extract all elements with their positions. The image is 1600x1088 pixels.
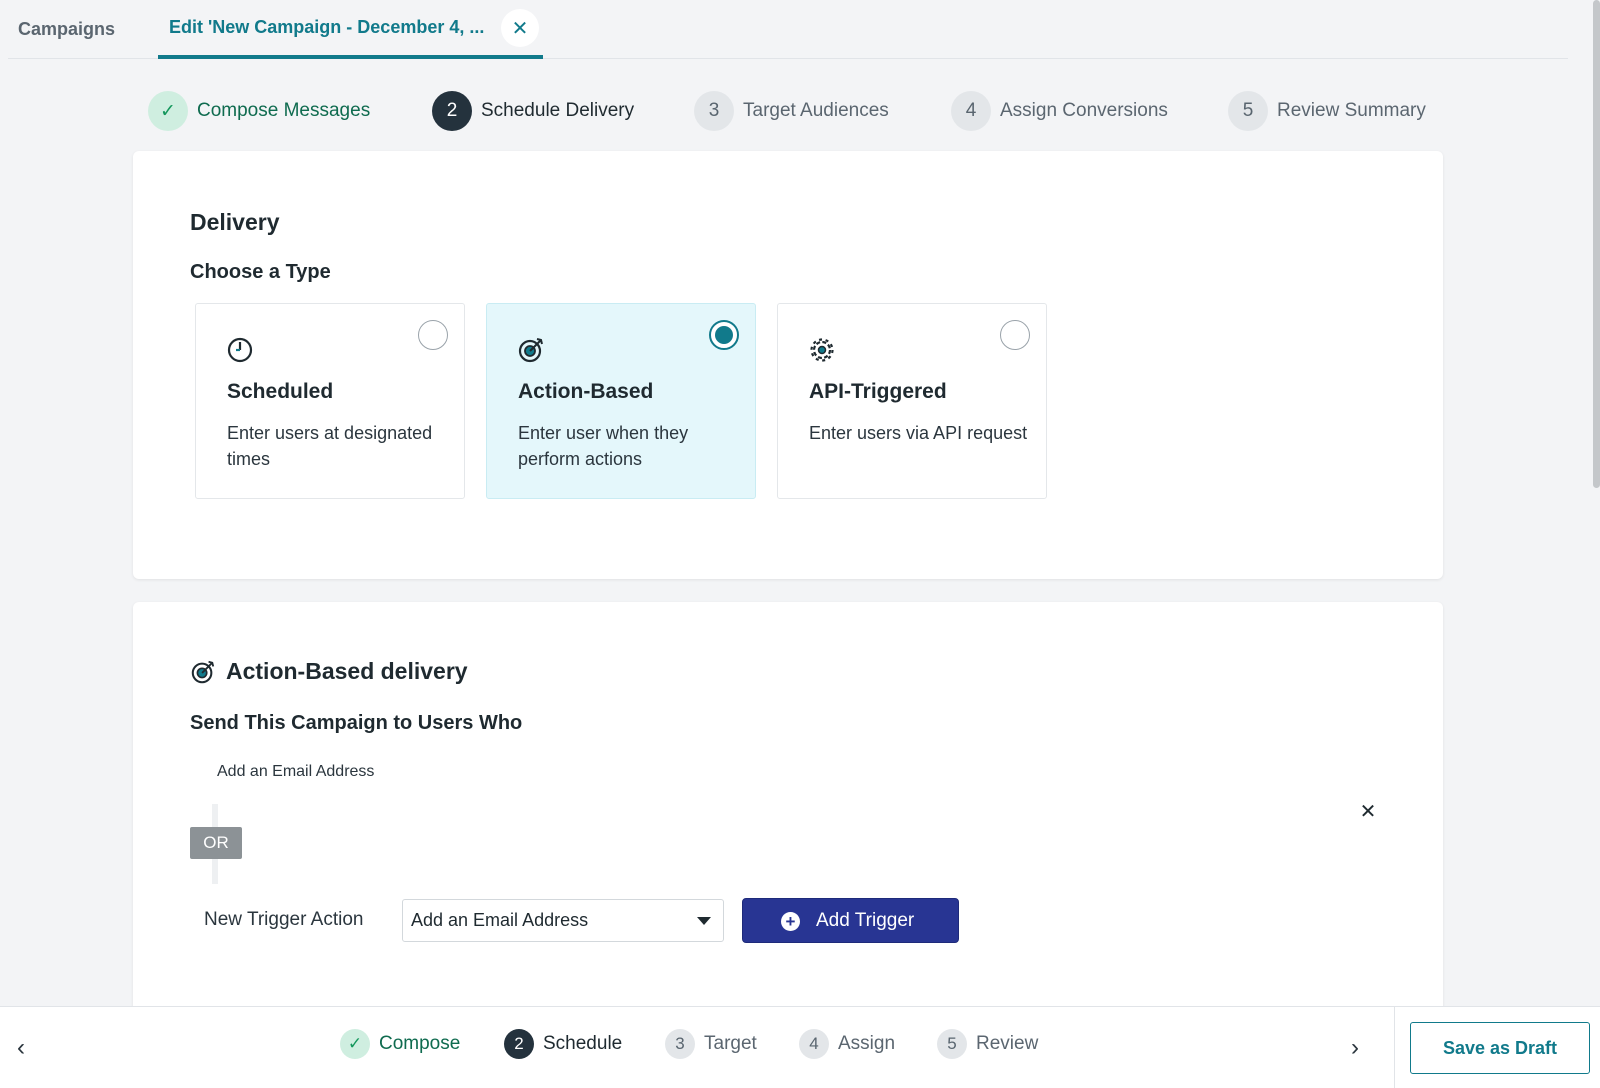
step-label: Assign xyxy=(838,1033,896,1054)
step-number: 5 xyxy=(1228,91,1268,131)
type-option-api-triggered[interactable]: API-Triggered Enter users via API reques… xyxy=(777,303,1047,499)
tab-campaigns[interactable]: Campaigns xyxy=(18,0,115,59)
step-assign[interactable]: 4 Assign Conversions xyxy=(951,90,1168,132)
radio-scheduled[interactable] xyxy=(418,320,448,350)
step-label: Review xyxy=(976,1033,1039,1054)
choose-type-heading: Choose a Type xyxy=(190,261,331,283)
radio-api-triggered[interactable] xyxy=(1000,320,1030,350)
plus-circle-icon: + xyxy=(781,912,800,931)
step-number: 3 xyxy=(665,1029,695,1059)
footer-step-compose[interactable]: ✓ Compose xyxy=(340,1029,460,1059)
footer-bar: ‹ ✓ Compose 2 Schedule 3 Target 4 Assign… xyxy=(0,1006,1600,1088)
clock-icon xyxy=(227,337,253,363)
or-badge: OR xyxy=(190,827,242,859)
add-trigger-label: Add Trigger xyxy=(816,909,915,931)
step-review[interactable]: 5 Review Summary xyxy=(1228,90,1426,132)
previous-step-button[interactable]: ‹ xyxy=(6,1007,36,1088)
delivery-title: Delivery xyxy=(190,209,280,235)
action-based-card: Action-Based delivery Send This Campaign… xyxy=(133,602,1443,1022)
progress-stepper: ✓ Compose Messages 2 Schedule Delivery 3… xyxy=(0,90,1600,132)
send-to-heading: Send This Campaign to Users Who xyxy=(190,712,523,734)
step-number: 3 xyxy=(694,91,734,131)
footer-step-target[interactable]: 3 Target xyxy=(665,1029,757,1059)
scrollbar-thumb[interactable] xyxy=(1593,0,1600,488)
type-title: API-Triggered xyxy=(809,380,947,403)
action-based-title: Action-Based delivery xyxy=(226,658,468,684)
step-label: Target Audiences xyxy=(743,100,889,121)
gear-icon xyxy=(810,338,834,362)
footer-divider xyxy=(1394,1007,1395,1088)
footer-step-assign[interactable]: 4 Assign xyxy=(799,1029,895,1059)
step-label: Assign Conversions xyxy=(1000,100,1168,121)
target-icon xyxy=(191,660,215,684)
caret-down-icon xyxy=(697,917,711,925)
type-description: Enter users at designated times xyxy=(227,423,433,469)
step-label: Compose xyxy=(379,1033,461,1054)
remove-trigger-icon[interactable]: ✕ xyxy=(1355,798,1381,824)
type-option-scheduled[interactable]: Scheduled Enter users at designated time… xyxy=(195,303,465,499)
step-number: 4 xyxy=(951,91,991,131)
step-label: Schedule Delivery xyxy=(481,100,635,121)
tab-bar: Campaigns Edit 'New Campaign - December … xyxy=(8,0,1568,59)
new-trigger-label: New Trigger Action xyxy=(204,909,364,930)
step-schedule[interactable]: 2 Schedule Delivery xyxy=(432,90,634,132)
tab-edit-campaign[interactable]: Edit 'New Campaign - December 4, ... ✕ xyxy=(158,0,543,59)
delivery-card: Delivery Choose a Type Scheduled Enter u… xyxy=(133,151,1443,579)
type-title: Scheduled xyxy=(227,380,334,403)
tab-edit-label: Edit 'New Campaign - December 4, ... xyxy=(169,17,485,37)
step-number: 2 xyxy=(432,91,472,131)
step-label: Review Summary xyxy=(1277,100,1426,121)
type-description: Enter users via API request xyxy=(809,423,1028,443)
step-label: Compose Messages xyxy=(197,100,371,121)
type-description: Enter user when they perform actions xyxy=(518,423,689,469)
step-number: 2 xyxy=(504,1029,534,1059)
footer-step-review[interactable]: 5 Review xyxy=(937,1029,1038,1059)
add-trigger-button[interactable]: + Add Trigger xyxy=(742,898,959,943)
save-as-draft-button[interactable]: Save as Draft xyxy=(1410,1022,1590,1074)
step-number: 5 xyxy=(937,1029,967,1059)
trigger-item-label: Add an Email Address xyxy=(217,763,375,780)
trigger-action-select[interactable]: Add an Email Address xyxy=(402,899,724,942)
check-icon: ✓ xyxy=(340,1029,370,1059)
type-option-action-based[interactable]: Action-Based Enter user when they perfor… xyxy=(486,303,756,499)
radio-action-based[interactable] xyxy=(709,320,739,350)
close-tab-icon[interactable]: ✕ xyxy=(501,9,539,47)
footer-step-schedule[interactable]: 2 Schedule xyxy=(504,1029,622,1059)
type-title: Action-Based xyxy=(518,380,654,403)
step-label: Schedule xyxy=(543,1033,623,1054)
step-number: 4 xyxy=(799,1029,829,1059)
check-icon: ✓ xyxy=(148,91,188,131)
select-value: Add an Email Address xyxy=(411,910,589,930)
step-compose[interactable]: ✓ Compose Messages xyxy=(148,90,370,132)
step-label: Target xyxy=(704,1033,757,1054)
target-icon xyxy=(518,338,543,363)
next-step-button[interactable]: › xyxy=(1340,1007,1370,1088)
step-target[interactable]: 3 Target Audiences xyxy=(694,90,889,132)
